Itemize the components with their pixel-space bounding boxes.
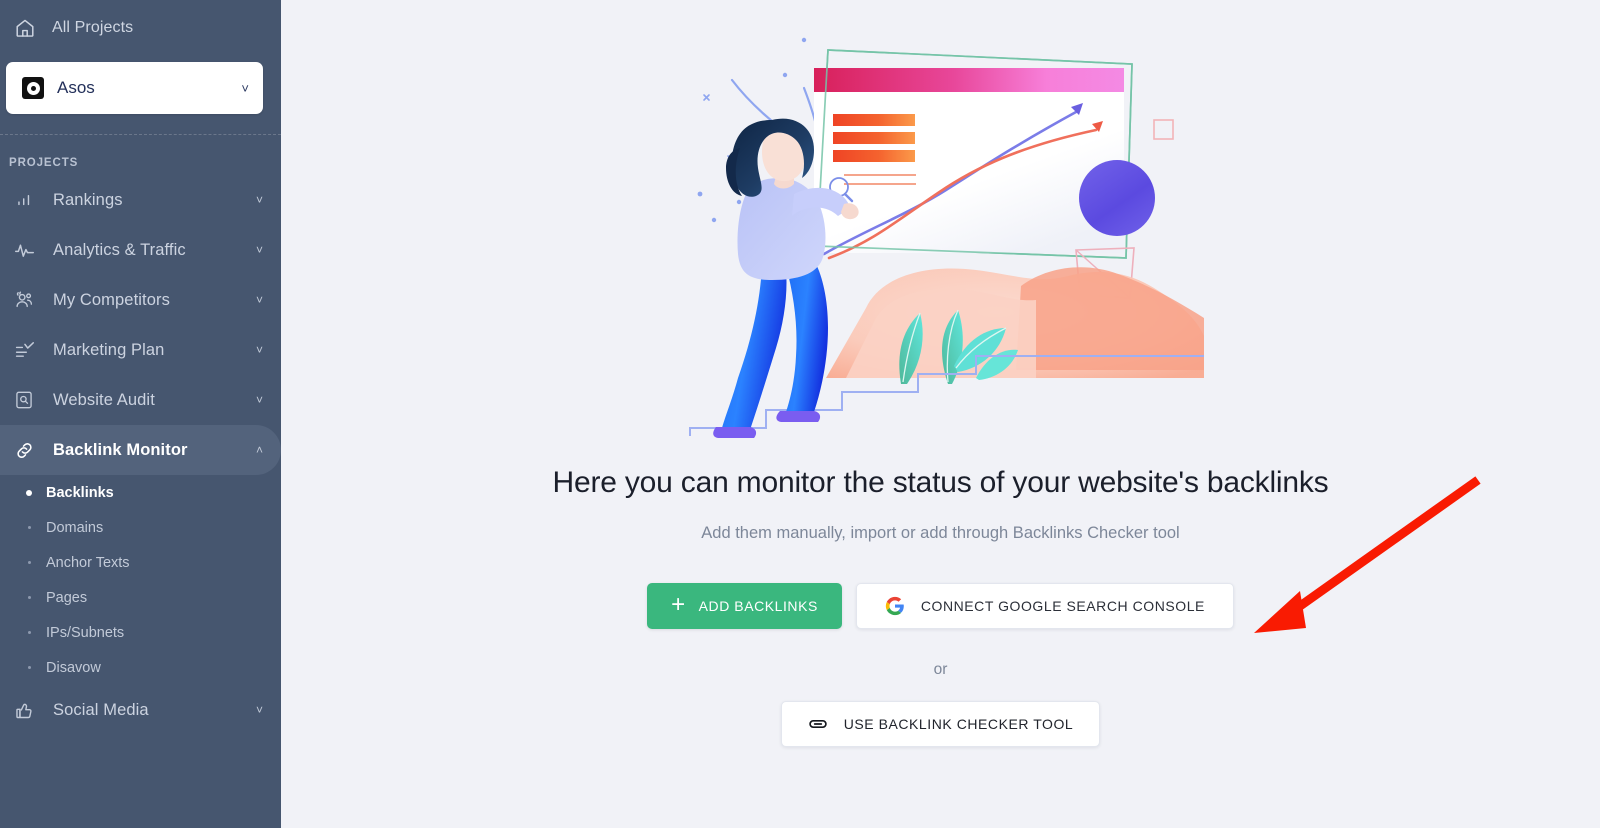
checklist-icon [9, 340, 39, 361]
thumbs-up-icon [9, 700, 39, 721]
sidebar-subitem-backlinks[interactable]: Backlinks [0, 475, 281, 510]
chevron-down-icon: ˅ [241, 80, 249, 96]
people-icon [9, 289, 39, 311]
magnifier-doc-icon [9, 390, 39, 410]
sidebar-subitem-label: Domains [46, 519, 104, 536]
or-separator-label: or [933, 661, 948, 678]
woman-analyzing-chart-illustration [688, 37, 1204, 438]
link-icon [9, 440, 39, 461]
bullet-icon [18, 561, 40, 564]
app-root: All Projects Asos ˅ PROJECTS Rankings ˅ [0, 0, 1600, 828]
projects-section-label: PROJECTS [9, 157, 79, 169]
sidebar-subitem-disavow[interactable]: Disavow [0, 650, 281, 685]
plus-icon: + [671, 591, 686, 618]
project-name: Asos [57, 78, 95, 97]
link-icon [808, 714, 828, 734]
add-backlinks-button[interactable]: + ADD BACKLINKS [647, 583, 842, 629]
chevron-down-icon: ˅ [255, 393, 263, 407]
sidebar: All Projects Asos ˅ PROJECTS Rankings ˅ [0, 0, 281, 828]
chevron-up-icon: ˄ [255, 443, 263, 457]
checker-label: USE BACKLINK CHECKER TOOL [843, 716, 1074, 732]
asos-favicon [22, 77, 44, 99]
page-title: Here you can monitor the status of your … [552, 466, 1329, 499]
home-icon [14, 17, 36, 39]
sidebar-item-label: Rankings [53, 190, 123, 209]
sidebar-subitem-ips-subnets[interactable]: IPs/Subnets [0, 615, 281, 650]
connect-gsc-label: CONNECT GOOGLE SEARCH CONSOLE [920, 598, 1205, 614]
all-projects-label: All Projects [52, 19, 134, 36]
sidebar-subitem-domains[interactable]: Domains [0, 510, 281, 545]
bullet-icon [18, 596, 40, 599]
sidebar-item-marketing-plan[interactable]: Marketing Plan ˅ [0, 325, 281, 375]
sidebar-subitem-label: Anchor Texts [46, 554, 130, 571]
sidebar-item-analytics-traffic[interactable]: Analytics & Traffic ˅ [0, 225, 281, 275]
sidebar-item-label: Analytics & Traffic [53, 240, 186, 259]
sidebar-item-social-media[interactable]: Social Media ˅ [0, 685, 281, 735]
sidebar-subitem-anchor-texts[interactable]: Anchor Texts [0, 545, 281, 580]
sidebar-item-label: Website Audit [53, 390, 155, 409]
sidebar-item-label: Backlink Monitor [53, 440, 188, 459]
project-selector[interactable]: Asos ˅ [6, 62, 263, 114]
pulse-icon [9, 240, 39, 261]
sidebar-item-website-audit[interactable]: Website Audit ˅ [0, 375, 281, 425]
use-backlink-checker-tool-button[interactable]: USE BACKLINK CHECKER TOOL [780, 701, 1101, 747]
sidebar-subitem-label: Disavow [46, 659, 101, 676]
chevron-down-icon: ˅ [255, 703, 263, 717]
chevron-down-icon: ˅ [255, 193, 263, 207]
chevron-down-icon: ˅ [255, 243, 263, 257]
sidebar-item-my-competitors[interactable]: My Competitors ˅ [0, 275, 281, 325]
sidebar-item-backlink-monitor[interactable]: Backlink Monitor ˄ [0, 425, 281, 475]
google-g-icon [885, 596, 905, 616]
sidebar-item-label: Social Media [53, 700, 149, 719]
all-projects-link[interactable]: All Projects [0, 0, 281, 56]
sidebar-subitem-label: IPs/Subnets [46, 624, 125, 641]
page-subtitle: Add them manually, import or add through… [701, 524, 1180, 542]
sidebar-item-rankings[interactable]: Rankings ˅ [0, 175, 281, 225]
sidebar-item-label: Marketing Plan [53, 340, 165, 359]
chevron-down-icon: ˅ [255, 293, 263, 307]
sidebar-subitem-label: Pages [46, 589, 88, 606]
main-content: Here you can monitor the status of your … [281, 0, 1600, 828]
bullet-icon [18, 666, 40, 669]
sidebar-subitem-pages[interactable]: Pages [0, 580, 281, 615]
sidebar-subitem-label: Backlinks [46, 484, 114, 501]
connect-google-search-console-button[interactable]: CONNECT GOOGLE SEARCH CONSOLE [855, 583, 1234, 629]
primary-actions-row: + ADD BACKLINKS CONNECT GOOGLE SEARCH CO… [647, 583, 1234, 629]
sidebar-item-label: My Competitors [53, 290, 170, 309]
bullet-icon [18, 631, 40, 634]
bar-chart-icon [9, 191, 39, 210]
bullet-icon [18, 526, 40, 529]
add-backlinks-label: ADD BACKLINKS [698, 598, 818, 614]
bullet-icon [18, 489, 40, 496]
chevron-down-icon: ˅ [255, 343, 263, 357]
